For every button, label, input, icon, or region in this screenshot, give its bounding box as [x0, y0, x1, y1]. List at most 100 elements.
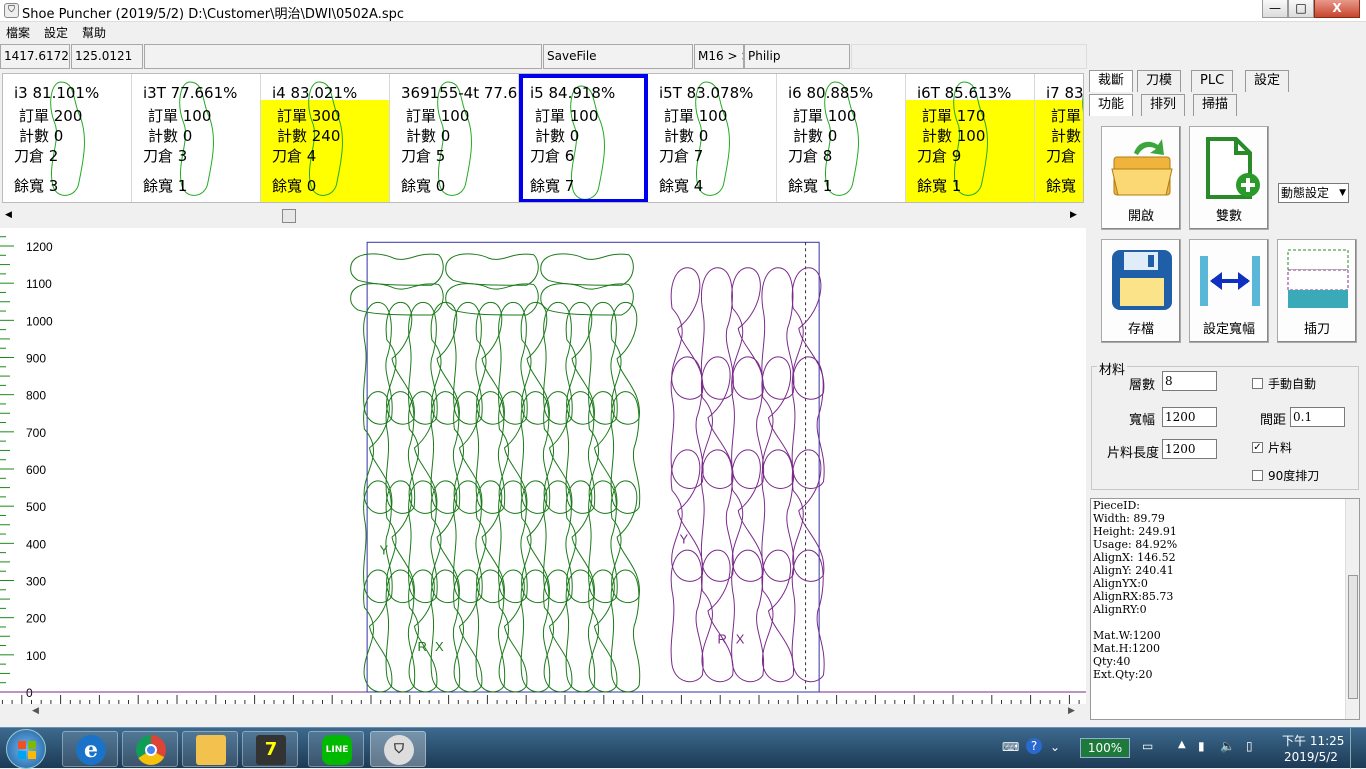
dynamic-settings-select[interactable]: 動態設定 ▼: [1278, 183, 1349, 203]
green-x-marker: X: [435, 639, 444, 654]
taskbar-chrome[interactable]: [122, 731, 178, 767]
usb-icon[interactable]: ▮: [1198, 739, 1205, 753]
pattern-grid-icon: [1287, 249, 1349, 308]
shoe-piece-outline: [670, 267, 704, 400]
pattern-card[interactable]: i3 81.101% 訂單 200 計數 0 刀倉 2 餘寬 3: [3, 74, 132, 202]
pattern-card[interactable]: i5 84.918% 訂單 100 計數 0 刀倉 6 餘寬 7: [519, 74, 648, 202]
maximize-button[interactable]: □: [1288, 0, 1314, 18]
piece-checkbox[interactable]: ✓: [1252, 442, 1263, 453]
pattern-card[interactable]: i5T 83.078% 訂單 100 計數 0 刀倉 7 餘寬 4: [648, 74, 777, 202]
pattern-card[interactable]: i6T 85.613% 訂單 170 計數 100 刀倉 9 餘寬 1: [906, 74, 1035, 202]
taskbar-ie[interactable]: e: [62, 731, 118, 767]
width-input[interactable]: 1200: [1162, 407, 1217, 427]
start-orb-icon[interactable]: [6, 729, 46, 769]
scroll-thumb[interactable]: [282, 209, 296, 223]
info-scrollbar[interactable]: [1345, 499, 1359, 719]
card-slot: 刀倉 4: [272, 147, 317, 165]
y-tick-label: 100: [26, 649, 46, 663]
tab-die[interactable]: 刀模: [1137, 70, 1182, 92]
layers-input[interactable]: 8: [1162, 371, 1217, 391]
volume-icon[interactable]: 🔈: [1220, 739, 1235, 753]
piece-label: 片料: [1268, 441, 1293, 455]
power-icon[interactable]: ▯: [1246, 739, 1253, 753]
pattern-card[interactable]: i7 83. 訂單計數刀倉餘寬: [1035, 74, 1083, 202]
close-button[interactable]: X: [1314, 0, 1360, 18]
pattern-card[interactable]: i6 80.885% 訂單 100 計數 0 刀倉 8 餘寬 1: [777, 74, 906, 202]
pattern-card[interactable]: 369155-4t 77.68 訂單 100 計數 0 刀倉 5 餘寬 0: [390, 74, 519, 202]
card-slot: 刀倉 7: [659, 147, 704, 165]
tab-scan[interactable]: 掃描: [1193, 94, 1238, 116]
layout-canvas[interactable]: 1200 1100 1000 900 800 700 600 500 400 300 200 100 0…: [0, 226, 1098, 719]
length-label: 片料長度: [1107, 446, 1160, 461]
menu-help[interactable]: 幫助: [82, 24, 106, 41]
scroll-left-arrow[interactable]: ◀: [5, 210, 12, 220]
shoe-piece-outline: [610, 480, 640, 604]
shoe-piece-outline: [350, 253, 444, 286]
canvas-scroll-left-arrow[interactable]: ◀: [32, 706, 39, 716]
card-order: 訂單 100: [535, 107, 599, 125]
pattern-card[interactable]: i4 83.021% 訂單 300 計數 240 刀倉 4 餘寬 0: [261, 74, 390, 202]
save-button[interactable]: 存檔: [1101, 239, 1181, 343]
shoe-piece-outline: [385, 569, 416, 693]
y-tick-label: 0: [26, 686, 33, 700]
gap-input[interactable]: 0.1: [1290, 407, 1345, 427]
network-icon[interactable]: ▭: [1142, 739, 1153, 753]
status-machine: M16 > >: [694, 44, 744, 69]
scroll-right-arrow[interactable]: ▶: [1070, 210, 1077, 220]
nesting-drawing[interactable]: 1200110010009008007006005004003002001000…: [0, 226, 1098, 719]
card-count: 計數 0: [664, 127, 709, 145]
info-line: PieceID:: [1093, 499, 1140, 512]
clock-date[interactable]: 2019/5/2: [1284, 750, 1338, 764]
card-count: 計數 240: [277, 127, 341, 145]
clock-time[interactable]: 下午 11:25: [1282, 732, 1344, 749]
card-count: 計數 0: [793, 127, 838, 145]
chevron-down-icon: ▼: [1339, 188, 1346, 198]
tab-plc[interactable]: PLC: [1191, 70, 1234, 92]
card-remain: 餘寬 7: [530, 177, 575, 195]
menu-settings[interactable]: 設定: [44, 24, 68, 41]
card-order: 訂單 300: [277, 107, 341, 125]
double-button[interactable]: 雙數: [1189, 126, 1269, 230]
tab-cutting[interactable]: 裁斷: [1089, 70, 1134, 92]
card-scrollbar[interactable]: ◀ ▶: [2, 207, 1084, 225]
card-slot: 刀倉 5: [401, 147, 446, 165]
rotate-checkbox[interactable]: [1252, 470, 1263, 481]
tab-function[interactable]: 功能: [1089, 94, 1134, 116]
canvas-scrollbar[interactable]: ◀ ▶: [0, 704, 1086, 720]
card-remain: 餘寬: [1046, 177, 1077, 195]
card-count: 計數: [1051, 127, 1082, 145]
show-desktop-button[interactable]: [1350, 728, 1366, 769]
card-order: 訂單: [1051, 107, 1082, 125]
shoe-piece-outline: [731, 267, 764, 400]
shoe-piece-outline: [700, 449, 734, 582]
y-tick-label: 500: [26, 500, 46, 514]
help-icon[interactable]: ?: [1026, 738, 1042, 754]
open-button[interactable]: 開啟: [1101, 126, 1181, 230]
manual-auto-checkbox[interactable]: [1252, 378, 1263, 389]
set-width-button[interactable]: 設定寬幅: [1189, 239, 1269, 343]
battery-badge[interactable]: 100%: [1080, 738, 1130, 758]
length-input[interactable]: 1200: [1162, 439, 1217, 459]
tab-arrange[interactable]: 排列: [1141, 94, 1186, 116]
minimize-button[interactable]: —: [1262, 0, 1288, 18]
taskbar-line[interactable]: LINE: [308, 731, 364, 767]
taskbar-shoe-puncher[interactable]: ⛉: [370, 731, 426, 767]
tab-settings[interactable]: 設定: [1245, 70, 1290, 92]
card-slot: 刀倉 3: [143, 147, 188, 165]
shoe-piece-outline: [540, 253, 634, 286]
menu-file[interactable]: 檔案: [6, 24, 30, 41]
taskbar-7zip[interactable]: 7: [242, 731, 298, 767]
taskbar-explorer[interactable]: [182, 731, 238, 767]
ie-icon: e: [76, 735, 106, 765]
pattern-card[interactable]: i3T 77.661% 訂單 100 計數 0 刀倉 3 餘寬 1: [132, 74, 261, 202]
show-hidden-icons[interactable]: ▲: [1178, 739, 1186, 750]
insert-knife-button[interactable]: 插刀: [1277, 239, 1357, 343]
shoe-piece-outline: [610, 569, 641, 693]
info-scroll-thumb[interactable]: [1348, 575, 1358, 699]
status-row: 1417.6172 125.0121 SaveFile M16 > > Phil…: [0, 44, 1366, 70]
info-line: Mat.H:1200: [1093, 642, 1161, 655]
keyboard-icon[interactable]: ⌨: [1002, 740, 1019, 754]
tray-expand-icon[interactable]: ⌄: [1050, 740, 1060, 754]
card-order: 訂單 100: [406, 107, 470, 125]
canvas-scroll-right-arrow[interactable]: ▶: [1068, 706, 1075, 716]
